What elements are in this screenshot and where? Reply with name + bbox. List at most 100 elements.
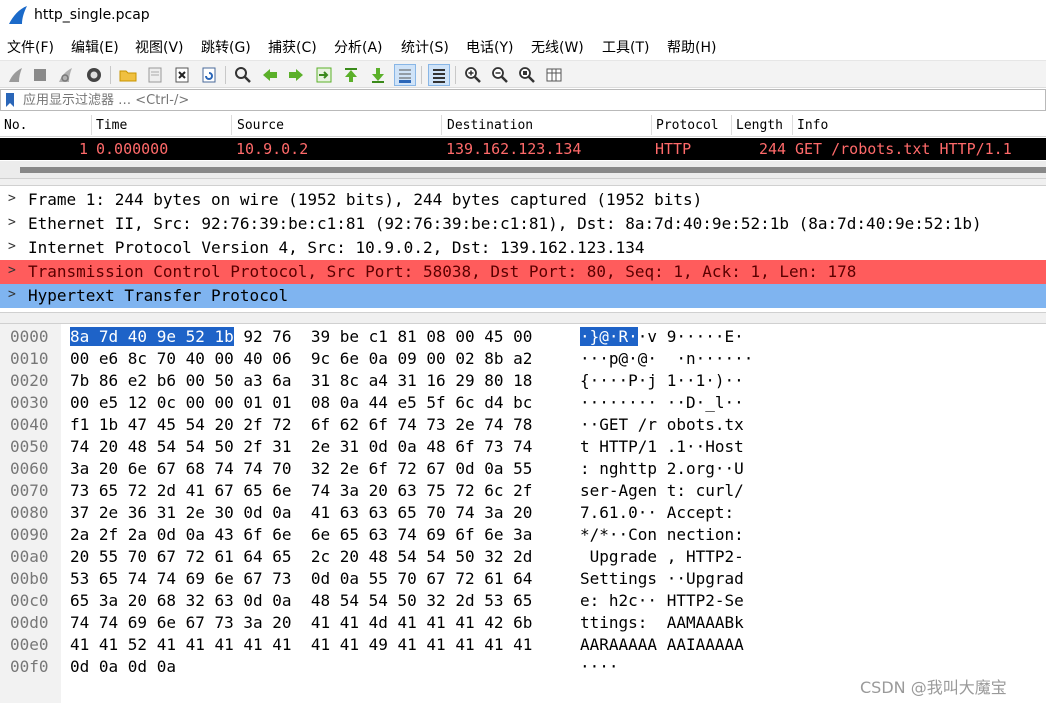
column-header-no[interactable]: No. [4,118,27,133]
tree-row-http[interactable]: > Hypertext Transfer Protocol [0,284,1046,308]
hex-bytes[interactable]: 7b 86 e2 b6 00 50 a3 6a 31 8c a4 31 16 2… [70,370,532,392]
hex-ascii[interactable]: {····P·j 1··1·)·· [580,370,744,392]
menu-capture[interactable]: 捕获(C) [268,37,317,57]
menu-file[interactable]: 文件(F) [7,37,54,57]
hex-ascii[interactable]: ···p@·@· ·n······ [580,348,753,370]
column-divider[interactable] [91,115,92,135]
menu-telephony[interactable]: 电话(Y) [466,37,513,57]
menu-help[interactable]: 帮助(H) [667,37,716,57]
hex-bytes[interactable]: 41 41 52 41 41 41 41 41 41 41 49 41 41 4… [70,634,532,656]
go-last-icon[interactable] [367,64,389,86]
menu-analyze[interactable]: 分析(A) [334,37,383,57]
menu-tools[interactable]: 工具(T) [602,37,649,57]
go-to-packet-icon[interactable] [313,64,335,86]
hex-bytes[interactable]: 74 74 69 6e 67 73 3a 20 41 41 4d 41 41 4… [70,612,532,634]
chevron-right-icon[interactable]: > [8,191,16,206]
hex-bytes[interactable]: f1 1b 47 45 54 20 2f 72 6f 62 6f 74 73 2… [70,414,532,436]
zoom-in-icon[interactable] [462,64,484,86]
tree-row-ethernet[interactable]: > Ethernet II, Src: 92:76:39:be:c1:81 (9… [0,212,1046,236]
hex-bytes[interactable]: 65 3a 20 68 32 63 0d 0a 48 54 54 50 32 2… [70,590,532,612]
filter-bookmark-icon[interactable] [3,92,17,108]
tree-row-tcp[interactable]: > Transmission Control Protocol, Src Por… [0,260,1046,284]
pane-splitter[interactable] [0,312,1046,324]
hex-ascii[interactable]: 7.61.0·· Accept: [580,502,744,524]
hex-ascii[interactable]: AARAAAAA AAIAAAAA [580,634,744,656]
chevron-right-icon[interactable]: > [8,239,16,254]
zoom-out-icon[interactable] [489,64,511,86]
column-header-length[interactable]: Length [736,118,783,133]
tree-row-ipv4[interactable]: > Internet Protocol Version 4, Src: 10.9… [0,236,1046,260]
menu-statistics[interactable]: 统计(S) [401,37,449,57]
open-file-icon[interactable] [117,64,139,86]
save-file-icon[interactable] [144,64,166,86]
go-first-icon[interactable] [340,64,362,86]
reload-file-icon[interactable] [198,64,220,86]
display-filter-input[interactable] [23,91,1033,109]
hex-ascii[interactable]: t HTTP/1 .1··Host [580,436,744,458]
column-divider[interactable] [792,115,793,135]
hex-offset: 0080 [10,503,49,522]
hex-bytes[interactable]: 00 e6 8c 70 40 00 40 06 9c 6e 0a 09 00 0… [70,348,532,370]
hex-offset: 0030 [10,393,49,412]
hex-bytes[interactable]: 73 65 72 2d 41 67 65 6e 74 3a 20 63 75 7… [70,480,532,502]
column-divider[interactable] [731,115,732,135]
hex-ascii[interactable]: : nghttp 2.org··U [580,458,744,480]
hex-ascii[interactable]: ········ ··D·_l·· [580,392,744,414]
zoom-normal-icon[interactable] [516,64,538,86]
column-divider[interactable] [441,115,442,135]
resize-columns-icon[interactable] [543,64,565,86]
column-header-source[interactable]: Source [237,118,284,133]
menu-edit[interactable]: 编辑(E) [71,37,119,57]
start-capture-icon[interactable] [4,64,26,86]
packet-list-hscrollbar[interactable] [0,161,1046,178]
column-header-time[interactable]: Time [96,118,127,133]
hex-bytes-rest[interactable]: 92 76 39 be c1 81 08 00 45 00 [234,327,532,346]
go-back-icon[interactable] [259,64,281,86]
go-forward-icon[interactable] [285,64,307,86]
colorize-icon[interactable] [428,64,450,86]
hex-ascii[interactable]: */*··Con nection: [580,524,744,546]
hex-offset: 0050 [10,437,49,456]
chevron-right-icon[interactable]: > [8,215,16,230]
hex-ascii[interactable]: ·}@·R··v 9·····E· [580,326,744,348]
menu-view[interactable]: 视图(V) [135,37,184,57]
menu-go[interactable]: 跳转(G) [201,37,251,57]
hex-ascii[interactable]: ··GET /r obots.tx [580,414,744,436]
hex-bytes[interactable]: 37 2e 36 31 2e 30 0d 0a 41 63 63 65 70 7… [70,502,532,524]
column-divider[interactable] [651,115,652,135]
capture-options-icon[interactable] [83,64,105,86]
hex-ascii[interactable]: ser-Agen t: curl/ [580,480,744,502]
hex-ascii[interactable]: e: h2c·· HTTP2-Se [580,590,744,612]
hex-bytes[interactable]: 53 65 74 74 69 6e 67 73 0d 0a 55 70 67 7… [70,568,532,590]
hex-selection[interactable]: 8a 7d 40 9e 52 1b [70,327,234,346]
hex-ascii[interactable]: ttings: AAMAAABk [580,612,744,634]
hex-ascii[interactable]: Settings ··Upgrad [580,568,744,590]
column-header-destination[interactable]: Destination [447,118,533,133]
scrollbar-thumb[interactable] [20,167,1046,173]
stop-capture-icon[interactable] [29,64,51,86]
hex-bytes[interactable]: 3a 20 6e 67 68 74 74 70 32 2e 6f 72 67 0… [70,458,532,480]
close-file-icon[interactable] [171,64,193,86]
ascii-rest[interactable]: ·v 9·····E· [638,327,744,346]
hex-ascii[interactable]: ···· [580,656,619,678]
chevron-right-icon[interactable]: > [8,287,16,302]
hex-bytes[interactable]: 0d 0a 0d 0a [70,656,176,678]
hex-bytes[interactable]: 2a 2f 2a 0d 0a 43 6f 6e 6e 65 63 74 69 6… [70,524,532,546]
column-divider[interactable] [231,115,232,135]
tree-row-frame[interactable]: > Frame 1: 244 bytes on wire (1952 bits)… [0,188,1046,212]
hex-bytes[interactable]: 20 55 70 67 72 61 64 65 2c 20 48 54 54 5… [70,546,532,568]
restart-capture-icon[interactable] [54,64,76,86]
chevron-right-icon[interactable]: > [8,263,16,278]
menu-wireless[interactable]: 无线(W) [531,37,584,57]
hex-ascii[interactable]: Upgrade , HTTP2- [580,546,744,568]
hex-bytes[interactable]: 8a 7d 40 9e 52 1b 92 76 39 be c1 81 08 0… [70,326,532,348]
column-header-info[interactable]: Info [797,118,828,133]
hex-bytes[interactable]: 74 20 48 54 54 50 2f 31 2e 31 0d 0a 48 6… [70,436,532,458]
pane-splitter[interactable] [0,178,1046,186]
ascii-selection[interactable]: ·}@·R· [580,327,638,346]
column-header-protocol[interactable]: Protocol [656,118,719,133]
packet-row[interactable]: 1 0.000000 10.9.0.2 139.162.123.134 HTTP… [0,138,1046,160]
hex-bytes[interactable]: 00 e5 12 0c 00 00 01 01 08 0a 44 e5 5f 6… [70,392,532,414]
autoscroll-icon[interactable] [394,64,416,86]
find-packet-icon[interactable] [232,64,254,86]
